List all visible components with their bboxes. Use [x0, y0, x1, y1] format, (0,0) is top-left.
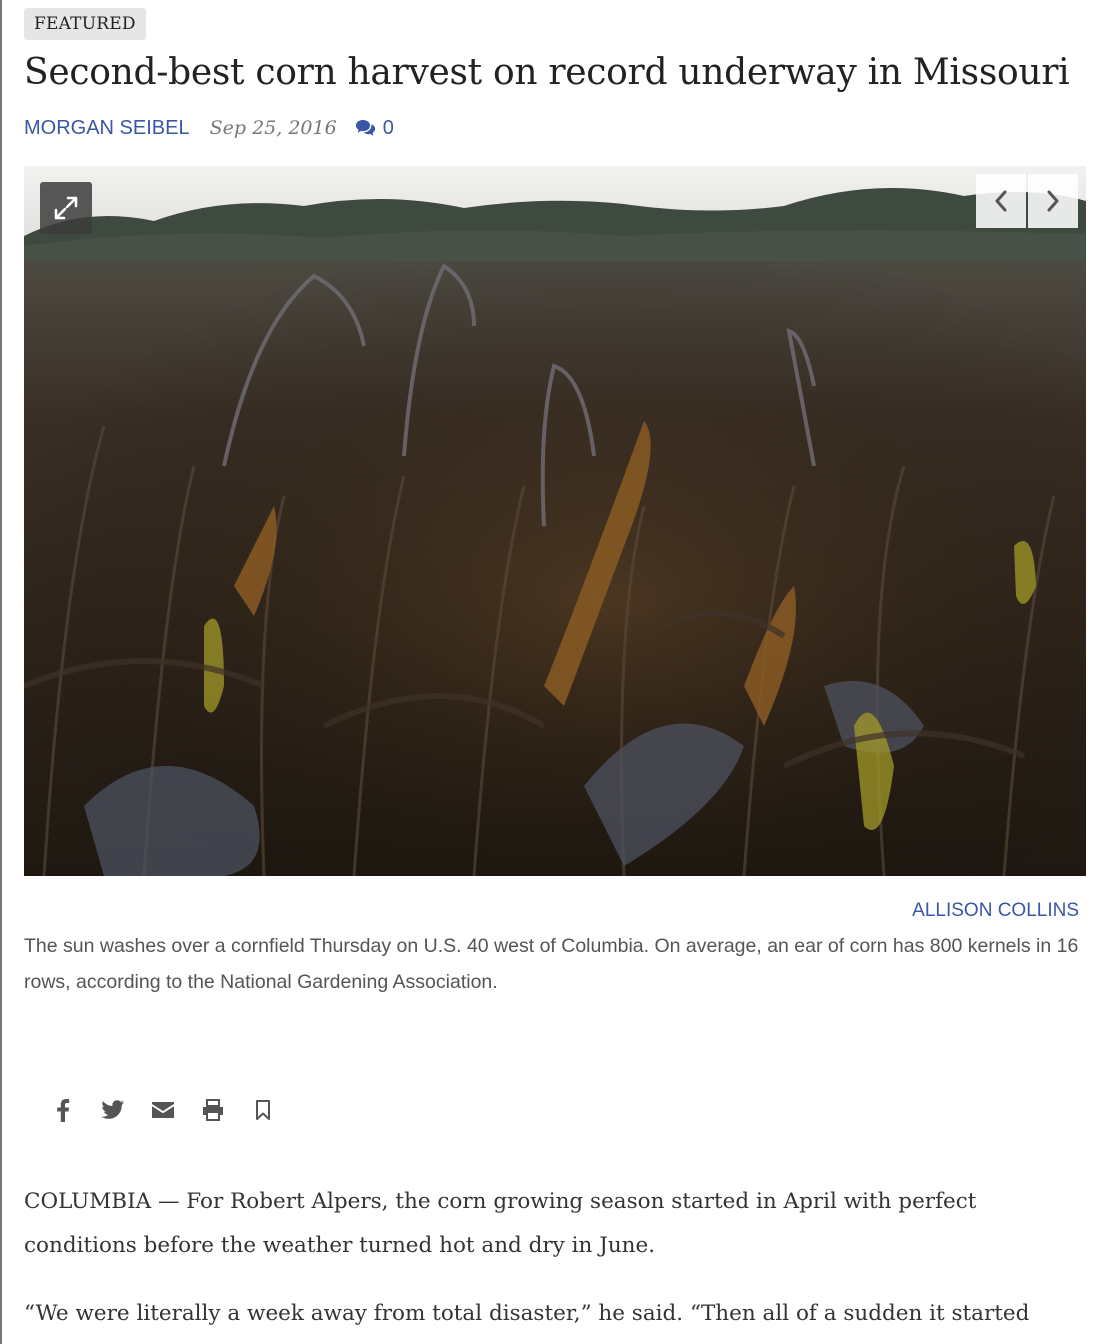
photo-credit[interactable]: ALLISON COLLINS	[912, 900, 1079, 922]
previous-photo-button[interactable]	[976, 174, 1026, 228]
chevron-right-icon	[1047, 190, 1059, 212]
comments-icon	[355, 120, 375, 136]
bookmark-button[interactable]	[238, 1094, 288, 1126]
featured-photo[interactable]	[24, 166, 1086, 876]
bookmark-icon	[256, 1100, 270, 1120]
body-paragraph: “We were literally a week away from tota…	[24, 1301, 1030, 1326]
next-photo-button[interactable]	[1028, 174, 1078, 228]
author-link[interactable]: MORGAN SEIBEL	[24, 117, 190, 140]
facebook-icon	[57, 1099, 70, 1122]
chevron-left-icon	[995, 190, 1007, 212]
share-facebook-button[interactable]	[38, 1094, 88, 1126]
share-toolbar	[38, 1094, 288, 1126]
twitter-icon	[101, 1100, 124, 1119]
print-icon	[203, 1099, 223, 1121]
share-twitter-button[interactable]	[88, 1094, 138, 1126]
article-headline: Second-best corn harvest on record under…	[24, 52, 1070, 93]
publish-date: Sep 25, 2016	[209, 117, 337, 139]
print-button[interactable]	[188, 1094, 238, 1126]
expand-photo-button[interactable]	[40, 182, 92, 234]
photo-navigation	[976, 174, 1078, 228]
byline: MORGAN SEIBEL Sep 25, 2016 0	[24, 114, 394, 142]
comment-count: 0	[382, 116, 394, 139]
expand-icon	[54, 196, 78, 220]
article-body: COLUMBIA — For Robert Alpers, the corn g…	[24, 1180, 1086, 1344]
share-email-button[interactable]	[138, 1094, 188, 1126]
featured-badge[interactable]: FEATURED	[24, 8, 146, 40]
photo-caption: The sun washes over a cornfield Thursday…	[24, 935, 1079, 993]
envelope-icon	[152, 1102, 174, 1118]
body-paragraph: COLUMBIA — For Robert Alpers, the corn g…	[24, 1189, 977, 1258]
page-left-border	[0, 0, 2, 1344]
comments-link[interactable]: 0	[355, 117, 394, 140]
cornfield-photo	[24, 166, 1086, 876]
